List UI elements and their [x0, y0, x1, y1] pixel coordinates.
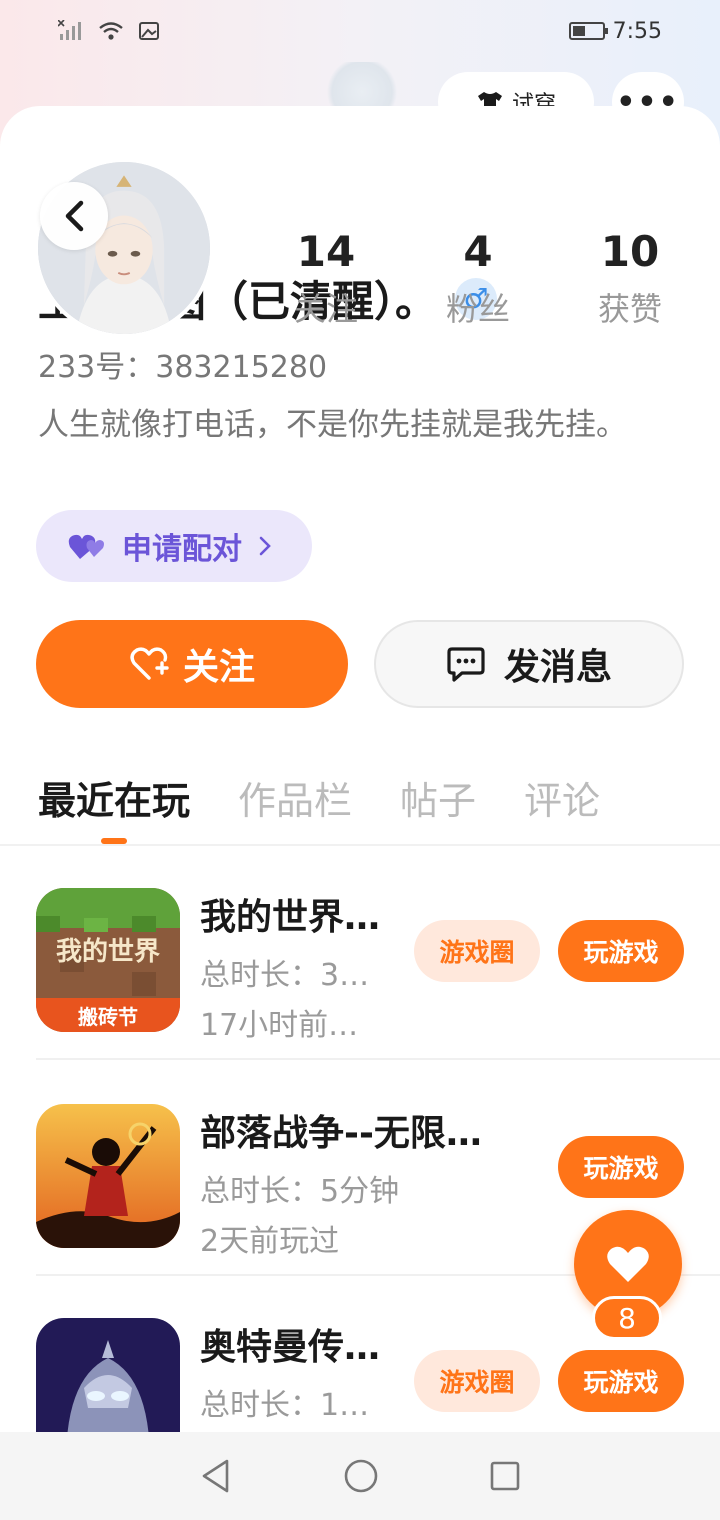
signal-icon [58, 20, 81, 40]
tab-recently-played[interactable]: 最近在玩 [38, 770, 190, 830]
ultraman-icon-art [36, 1318, 180, 1432]
status-icons-right: 7:55 [568, 18, 662, 44]
game-last-played: 17小时前… [200, 1008, 359, 1043]
tab-works[interactable]: 作品栏 [238, 770, 352, 830]
game-total-duration: 总时长：5分钟 [200, 1174, 400, 1209]
play-game-button[interactable]: 玩游戏 [558, 1136, 684, 1198]
stat-likes-label: 获赞 [597, 290, 662, 328]
stat-following-label: 关注 [293, 290, 358, 328]
heart-icon [607, 1246, 649, 1282]
status-bar: 7:55 [0, 0, 720, 62]
user-bio: 人生就像打电话，不是你先挂就是我先挂。 [38, 407, 627, 443]
send-message-button[interactable]: 发消息 [374, 620, 684, 708]
nav-back-icon[interactable] [199, 1458, 233, 1494]
clash-icon-art [36, 1104, 180, 1248]
minecraft-icon-subtitle: 搬砖节 [78, 1005, 138, 1029]
game-title: 奥特曼传… [200, 1327, 381, 1368]
chevron-right-icon [259, 536, 271, 556]
game-list-item[interactable]: 我的世界 搬砖节 我的世界… 总时长：3… 17小时前… 游戏圈 玩游戏 [36, 846, 720, 1060]
minecraft-game-icon: 我的世界 搬砖节 [36, 888, 180, 1032]
chat-bubble-icon [447, 647, 485, 682]
tab-posts[interactable]: 帖子 [400, 770, 476, 830]
back-button[interactable] [40, 182, 108, 250]
image-notification-icon [139, 22, 159, 40]
nav-home-icon[interactable] [343, 1458, 379, 1494]
follow-label: 关注 [182, 647, 255, 688]
clock-time: 7:55 [612, 18, 662, 44]
stat-fans[interactable]: 4 粉丝 [402, 226, 554, 330]
row-divider [36, 1058, 720, 1060]
game-circle-button[interactable]: 游戏圈 [414, 920, 540, 982]
nav-recents-icon[interactable] [489, 1460, 521, 1492]
heart-plus-icon [130, 647, 169, 680]
stat-likes[interactable]: 10 获赞 [554, 226, 706, 330]
apply-match-label: 申请配对 [122, 532, 242, 567]
apply-match-button[interactable]: 申请配对 [36, 510, 312, 582]
clash-game-icon [36, 1104, 180, 1248]
game-circle-button[interactable]: 游戏圈 [414, 1350, 540, 1412]
user-id: 233号：383215280 [38, 350, 328, 385]
header-mini-avatar [322, 62, 402, 112]
send-message-label: 发消息 [503, 647, 612, 688]
stat-fans-count: 4 [463, 227, 493, 276]
profile-tabs: 最近在玩 作品栏 帖子 评论 [38, 770, 600, 830]
game-total-duration: 总时长：3… [200, 958, 370, 993]
status-icons-left [58, 20, 160, 42]
game-last-played: 2天前玩过 [200, 1224, 340, 1259]
chevron-left-icon [65, 200, 84, 232]
stat-fans-label: 粉丝 [445, 290, 510, 328]
ultraman-game-icon [36, 1318, 180, 1432]
game-title: 我的世界… [200, 897, 381, 938]
stat-following[interactable]: 14 关注 [250, 226, 402, 330]
battery-icon [568, 22, 608, 40]
like-count-badge: 8 [592, 1296, 662, 1340]
game-total-duration: 总时长：1… [200, 1388, 370, 1423]
profile-stats: 14 关注 4 粉丝 10 获赞 [250, 226, 720, 330]
play-game-button[interactable]: 玩游戏 [558, 1350, 684, 1412]
play-game-button[interactable]: 玩游戏 [558, 920, 684, 982]
hearts-icon [68, 534, 104, 559]
minecraft-icon-title: 我的世界 [56, 936, 160, 967]
stat-likes-count: 10 [600, 227, 660, 276]
game-title: 部落战争--无限… [200, 1113, 482, 1154]
wifi-icon [99, 22, 123, 40]
minecraft-icon-art: 我的世界 搬砖节 [36, 888, 180, 1032]
system-navigation-bar [0, 1432, 720, 1520]
follow-button[interactable]: 关注 [36, 620, 348, 708]
stat-following-count: 14 [296, 227, 356, 276]
tab-comments[interactable]: 评论 [524, 770, 600, 830]
